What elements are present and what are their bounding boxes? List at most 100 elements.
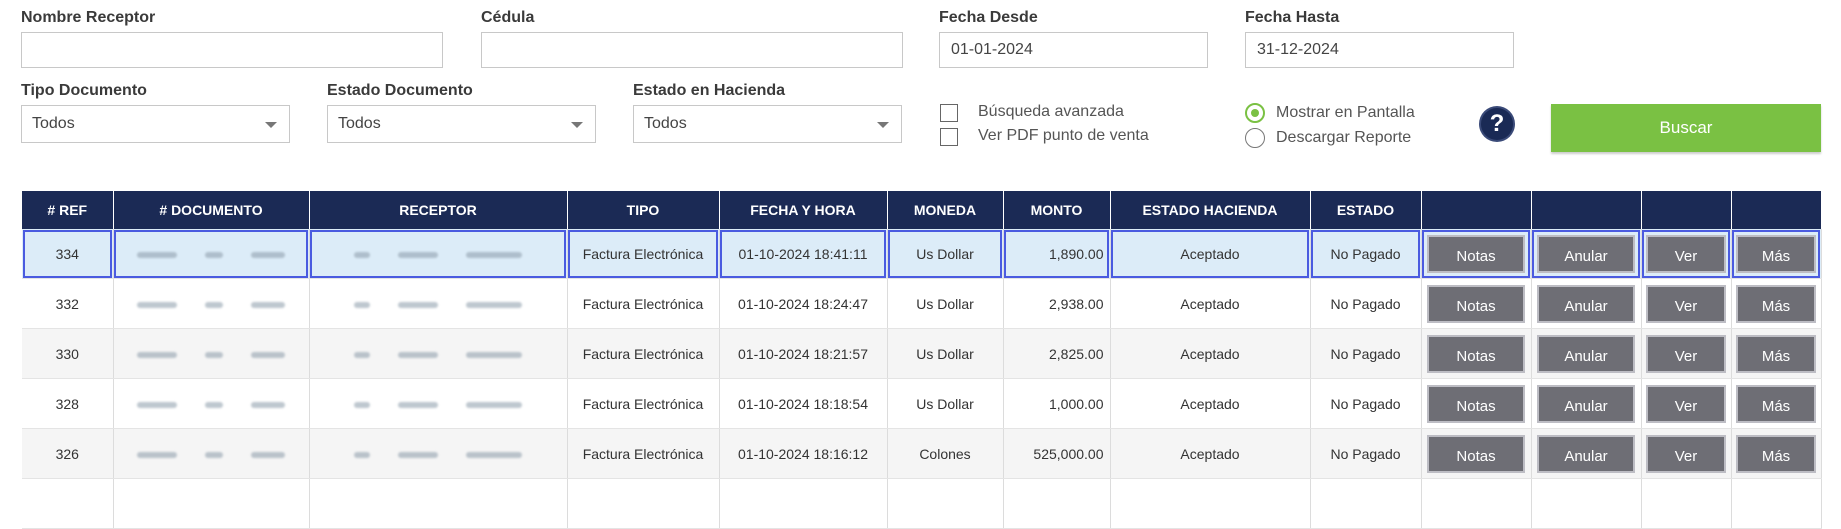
- notas-button[interactable]: Notas: [1427, 284, 1525, 323]
- cell-documento-redacted: [113, 378, 310, 429]
- cell-notas: Notas: [1421, 229, 1532, 279]
- cell-ver: Ver: [1641, 229, 1732, 279]
- cell-fecha: 01-10-2024 18:24:47: [719, 278, 888, 329]
- cell-moneda: Colones: [887, 428, 1004, 479]
- mas-button[interactable]: Más: [1736, 284, 1816, 323]
- ver-button[interactable]: Ver: [1646, 434, 1726, 473]
- busqueda-avanzada-checkbox[interactable]: [940, 104, 958, 122]
- cell-mas: Más: [1731, 229, 1822, 279]
- table-row[interactable]: 330 Factura Electrónica 01-10-2024 18:21:5…: [22, 328, 1822, 379]
- ver-button[interactable]: Ver: [1646, 384, 1726, 423]
- cell-estado-hacienda: Aceptado: [1110, 278, 1311, 329]
- cell-tipo: Factura Electrónica: [567, 428, 720, 479]
- cell-anular: Anular: [1531, 229, 1642, 279]
- estado-hacienda-select[interactable]: Todos: [633, 105, 902, 143]
- notas-button[interactable]: Notas: [1427, 334, 1525, 373]
- estado-documento-label: Estado Documento: [327, 82, 473, 99]
- cell-ref: 328: [22, 378, 114, 429]
- cell-ref: 334: [22, 229, 114, 279]
- tipo-documento-label: Tipo Documento: [21, 82, 147, 99]
- table-row[interactable]: 332 Factura Electrónica 01-10-2024 18:24:4…: [22, 278, 1822, 329]
- cell-estado-hacienda: Aceptado: [1110, 229, 1311, 279]
- cell-ref: 330: [22, 328, 114, 379]
- header-monto: MONTO: [1003, 191, 1111, 229]
- cell-receptor-redacted: [309, 328, 568, 379]
- cell-ver: Ver: [1641, 278, 1732, 329]
- header-estado-hacienda: ESTADO HACIENDA: [1110, 191, 1311, 229]
- ver-button[interactable]: Ver: [1646, 284, 1726, 323]
- header-empty: [1641, 191, 1732, 229]
- cell-receptor-redacted: [309, 278, 568, 329]
- cell-ver: Ver: [1641, 428, 1732, 479]
- estado-hacienda-value: Todos: [644, 115, 687, 132]
- ver-button[interactable]: Ver: [1646, 334, 1726, 373]
- anular-button[interactable]: Anular: [1537, 334, 1635, 373]
- cell-empty: [1110, 478, 1311, 529]
- cell-ref: 326: [22, 428, 114, 479]
- chevron-down-icon: [571, 122, 583, 128]
- anular-button[interactable]: Anular: [1537, 284, 1635, 323]
- fecha-hasta-input[interactable]: [1245, 32, 1514, 68]
- notas-button[interactable]: Notas: [1427, 384, 1525, 423]
- cell-estado-hacienda: Aceptado: [1110, 378, 1311, 429]
- mas-button[interactable]: Más: [1736, 234, 1816, 273]
- table-row[interactable]: 334 Factura Electrónica 01-10-2024 18:41:1…: [22, 229, 1822, 279]
- cell-mas: Más: [1731, 378, 1822, 429]
- anular-button[interactable]: Anular: [1537, 384, 1635, 423]
- descargar-reporte-radio[interactable]: [1245, 128, 1265, 148]
- mostrar-pantalla-radio[interactable]: [1245, 103, 1265, 123]
- mas-button[interactable]: Más: [1736, 334, 1816, 373]
- cell-moneda: Us Dollar: [887, 378, 1004, 429]
- cell-empty: [1531, 478, 1642, 529]
- cell-anular: Anular: [1531, 428, 1642, 479]
- tipo-documento-value: Todos: [32, 115, 75, 132]
- cell-documento-redacted: [113, 428, 310, 479]
- anular-button[interactable]: Anular: [1537, 234, 1635, 273]
- notas-button[interactable]: Notas: [1427, 434, 1525, 473]
- header-ref: # REF: [22, 191, 114, 229]
- table-row[interactable]: 328 Factura Electrónica 01-10-2024 18:18:5…: [22, 378, 1822, 429]
- estado-documento-select[interactable]: Todos: [327, 105, 596, 143]
- cell-fecha: 01-10-2024 18:41:11: [719, 229, 888, 279]
- cell-documento-redacted: [113, 328, 310, 379]
- cell-receptor-redacted: [309, 428, 568, 479]
- cell-anular: Anular: [1531, 278, 1642, 329]
- fecha-desde-label: Fecha Desde: [939, 9, 1038, 26]
- buscar-button[interactable]: Buscar: [1551, 104, 1821, 152]
- cell-fecha: 01-10-2024 18:18:54: [719, 378, 888, 429]
- header-moneda: MONEDA: [887, 191, 1004, 229]
- tipo-documento-select[interactable]: Todos: [21, 105, 290, 143]
- nombre-receptor-input[interactable]: [21, 32, 443, 68]
- cell-mas: Más: [1731, 278, 1822, 329]
- cell-fecha: 01-10-2024 18:21:57: [719, 328, 888, 379]
- cell-monto: 1,890.00: [1003, 229, 1111, 279]
- cell-estado-hacienda: Aceptado: [1110, 428, 1311, 479]
- ver-pdf-label: Ver PDF punto de venta: [978, 127, 1149, 144]
- table-row[interactable]: 326 Factura Electrónica 01-10-2024 18:16:1…: [22, 428, 1822, 479]
- cedula-input[interactable]: [481, 32, 903, 68]
- mas-button[interactable]: Más: [1736, 434, 1816, 473]
- cell-notas: Notas: [1421, 278, 1532, 329]
- table-row[interactable]: [22, 478, 1822, 529]
- busqueda-avanzada-label: Búsqueda avanzada: [978, 103, 1124, 120]
- mas-button[interactable]: Más: [1736, 384, 1816, 423]
- cell-notas: Notas: [1421, 328, 1532, 379]
- anular-button[interactable]: Anular: [1537, 434, 1635, 473]
- cell-estado-hacienda: Aceptado: [1110, 328, 1311, 379]
- cell-monto: 2,938.00: [1003, 278, 1111, 329]
- cell-anular: Anular: [1531, 328, 1642, 379]
- cell-empty: [113, 478, 310, 529]
- cell-moneda: Us Dollar: [887, 229, 1004, 279]
- cell-estado: No Pagado: [1310, 328, 1422, 379]
- nombre-receptor-label: Nombre Receptor: [21, 9, 156, 26]
- ver-pdf-checkbox[interactable]: [940, 128, 958, 146]
- cell-empty: [1421, 478, 1532, 529]
- help-icon[interactable]: ?: [1481, 108, 1513, 140]
- fecha-desde-input[interactable]: [939, 32, 1208, 68]
- cell-mas: Más: [1731, 428, 1822, 479]
- ver-button[interactable]: Ver: [1646, 234, 1726, 273]
- cell-ver: Ver: [1641, 328, 1732, 379]
- header-receptor: RECEPTOR: [309, 191, 568, 229]
- estado-hacienda-label: Estado en Hacienda: [633, 82, 786, 99]
- notas-button[interactable]: Notas: [1427, 234, 1525, 273]
